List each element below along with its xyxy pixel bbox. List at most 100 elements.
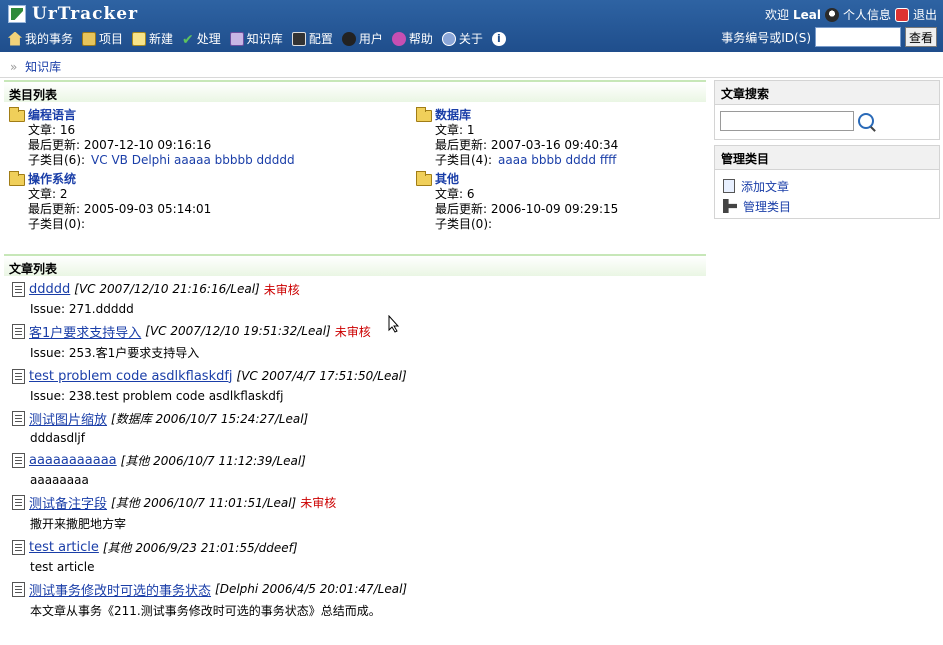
logo[interactable]: UrTracker bbox=[8, 4, 139, 24]
view-button[interactable]: 查看 bbox=[905, 27, 937, 47]
tools-icon bbox=[723, 199, 737, 213]
help-icon bbox=[391, 31, 406, 46]
article-title[interactable]: aaaaaaaaaaa bbox=[29, 453, 117, 468]
logout-icon bbox=[894, 7, 909, 22]
document-icon bbox=[12, 281, 25, 297]
category-subs[interactable]: VC VB Delphi aaaaa bbbbb ddddd bbox=[91, 153, 295, 167]
user-bar: 欢迎 Leal 个人信息 退出 bbox=[765, 6, 937, 23]
article-title[interactable]: 客1户要求支持导入 bbox=[29, 322, 141, 341]
article-search-title: 文章搜索 bbox=[715, 81, 939, 105]
category-subs-row: 子类目(0): bbox=[435, 217, 493, 231]
article-meta: [数据库 2006/10/7 15:24:27/Leal] bbox=[111, 411, 309, 426]
category-article-count: 文章: 1 bbox=[435, 123, 475, 137]
breadcrumb-knowledge[interactable]: 知识库 bbox=[25, 60, 61, 74]
folder-icon bbox=[9, 170, 25, 186]
add-article-link[interactable]: 添加文章 bbox=[723, 176, 931, 196]
category-last-updated: 最后更新: 2007-03-16 09:40:34 bbox=[435, 138, 619, 152]
add-article-icon bbox=[723, 179, 735, 193]
article-title[interactable]: 测试事务修改时可选的事务状态 bbox=[29, 580, 211, 599]
article-meta: [VC 2007/12/10 21:16:16/Leal] bbox=[74, 282, 260, 296]
article-desc: Issue: 253.客1户要求支持导入 bbox=[30, 346, 200, 360]
manage-links: 添加文章 管理类目 bbox=[715, 170, 939, 222]
category-subs[interactable]: aaaa bbbb dddd ffff bbox=[498, 153, 616, 167]
document-icon bbox=[12, 581, 25, 597]
article-title[interactable]: test article bbox=[29, 540, 99, 555]
manage-category-panel: 管理类目 添加文章 管理类目 bbox=[714, 145, 940, 219]
menu-my-issues[interactable]: 我的事务 bbox=[8, 30, 73, 47]
article-item: ddddd [VC 2007/12/10 21:16:16/Leal] 未审核 Is… bbox=[12, 280, 698, 316]
article-meta: [VC 2007/4/7 17:51:50/Leal] bbox=[236, 369, 407, 383]
category-article-count: 文章: 6 bbox=[435, 187, 475, 201]
article-status: 未审核 bbox=[300, 495, 337, 510]
category-name[interactable]: 数据库 bbox=[435, 108, 471, 123]
project-icon bbox=[82, 31, 97, 46]
folder-icon bbox=[9, 106, 25, 122]
article-item: aaaaaaaaaaa [其他 2006/10/7 11:12:39/Leal] … bbox=[12, 451, 698, 487]
category-last-updated: 最后更新: 2005-09-03 05:14:01 bbox=[28, 202, 212, 216]
issue-id-input[interactable] bbox=[815, 27, 901, 47]
category-name[interactable]: 操作系统 bbox=[28, 172, 76, 187]
logout-link[interactable]: 退出 bbox=[913, 6, 937, 23]
knowledge-icon bbox=[229, 31, 244, 46]
menu-about[interactable]: 关于 bbox=[441, 30, 483, 47]
menu-config[interactable]: 配置 bbox=[291, 30, 333, 47]
manage-category-title: 管理类目 bbox=[715, 146, 939, 170]
article-desc: 撒开来撒肥地方宰 bbox=[30, 517, 127, 531]
article-desc: Issue: 271.ddddd bbox=[30, 302, 134, 316]
article-meta: [其他 2006/9/23 21:01:55/ddeef] bbox=[102, 540, 298, 555]
category-last-updated: 最后更新: 2006-10-09 09:29:15 bbox=[435, 202, 619, 216]
category-list-title: 类目列表 bbox=[4, 80, 706, 102]
welcome-text: 欢迎 bbox=[764, 8, 789, 22]
category-subs-row: 子类目(0): bbox=[28, 217, 86, 231]
article-search-panel: 文章搜索 bbox=[714, 80, 940, 140]
article-list: ddddd [VC 2007/12/10 21:16:16/Leal] 未审核 Is… bbox=[4, 276, 706, 629]
category-article-count: 文章: 16 bbox=[28, 123, 76, 137]
article-title[interactable]: test problem code asdlkflaskdfj bbox=[29, 369, 233, 384]
menu-new[interactable]: 新建 bbox=[132, 30, 173, 47]
menu-users[interactable]: 用户 bbox=[341, 30, 383, 47]
menu-knowledge[interactable]: 知识库 bbox=[229, 30, 283, 47]
category-item: 编程语言 文章: 16 最后更新: 2007-12-10 09:16:16 子类… bbox=[9, 106, 339, 168]
folder-icon bbox=[416, 170, 432, 186]
article-meta: [其他 2006/10/7 11:01:51/Leal] bbox=[111, 495, 297, 510]
menu-help[interactable]: 帮助 bbox=[391, 30, 433, 47]
document-icon bbox=[12, 494, 25, 510]
category-subs-row: 子类目(4): aaaa bbbb dddd ffff bbox=[435, 153, 617, 167]
article-desc: Issue: 238.test problem code asdlkflaskd… bbox=[30, 389, 284, 403]
app-title: UrTracker bbox=[32, 4, 139, 24]
user-icon bbox=[341, 31, 356, 46]
article-search-input[interactable] bbox=[720, 111, 854, 131]
category-name[interactable]: 编程语言 bbox=[28, 108, 76, 123]
article-item: test article [其他 2006/9/23 21:01:55/ddeef… bbox=[12, 538, 698, 574]
document-icon bbox=[12, 539, 25, 555]
category-item: 数据库 文章: 1 最后更新: 2007-03-16 09:40:34 子类目(… bbox=[416, 106, 706, 168]
article-title[interactable]: 测试备注字段 bbox=[29, 493, 107, 512]
article-item: test problem code asdlkflaskdfj [VC 2007/… bbox=[12, 367, 698, 403]
article-meta: [其他 2006/10/7 11:12:39/Leal] bbox=[120, 453, 306, 468]
logo-icon bbox=[8, 5, 26, 23]
menu-info[interactable]: i bbox=[491, 30, 506, 47]
category-name[interactable]: 其他 bbox=[435, 172, 459, 187]
username: Leal bbox=[792, 7, 821, 22]
article-title[interactable]: 测试图片缩放 bbox=[29, 409, 107, 428]
breadcrumb: » 知识库 bbox=[0, 52, 943, 78]
menu-process[interactable]: ✔ 处理 bbox=[182, 30, 221, 48]
article-desc: aaaaaaaa bbox=[30, 473, 89, 487]
home-icon bbox=[8, 31, 22, 46]
article-desc: test article bbox=[30, 560, 95, 574]
category-subs-row: 子类目(6): VC VB Delphi aaaaa bbbbb ddddd bbox=[28, 153, 295, 167]
main-menu: 我的事务 项目 新建 ✔ 处理 知识库 配置 用户 帮助 关于 i bbox=[8, 30, 506, 48]
category-article-count: 文章: 2 bbox=[28, 187, 68, 201]
issue-search: 事务编号或ID(S) 查看 bbox=[721, 27, 937, 47]
manage-category-link[interactable]: 管理类目 bbox=[723, 196, 931, 216]
menu-projects[interactable]: 项目 bbox=[82, 30, 123, 47]
main-content: 类目列表 编程语言 文章: 16 最后更新: 2007-12-10 09:16:… bbox=[4, 80, 706, 645]
category-last-updated: 最后更新: 2007-12-10 09:16:16 bbox=[28, 138, 212, 152]
category-item: 其他 文章: 6 最后更新: 2006-10-09 09:29:15 子类目(0… bbox=[416, 170, 706, 232]
search-icon[interactable] bbox=[858, 113, 874, 129]
profile-link[interactable]: 个人信息 bbox=[843, 6, 891, 23]
article-title[interactable]: ddddd bbox=[29, 282, 70, 297]
info-icon: i bbox=[491, 31, 506, 46]
folder-icon bbox=[416, 106, 432, 122]
profile-icon bbox=[824, 7, 839, 22]
